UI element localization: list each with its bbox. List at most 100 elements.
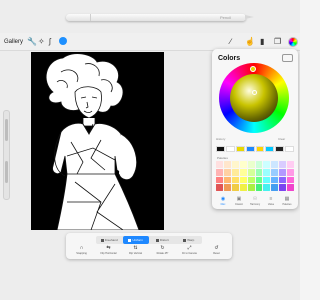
palette-swatch[interactable] (223, 168, 231, 176)
reset-button[interactable]: ↺ Reset (203, 245, 230, 258)
palette-swatch[interactable] (287, 184, 294, 191)
history-swatch[interactable] (245, 146, 255, 152)
palette-swatch[interactable] (263, 176, 271, 184)
palette-swatch[interactable] (216, 184, 223, 191)
gallery-button[interactable]: Gallery (4, 37, 23, 47)
opacity-slider[interactable] (5, 161, 8, 183)
palette-swatch[interactable] (255, 176, 263, 184)
rotate-icon: ↻ (160, 245, 165, 251)
palette-swatch[interactable] (216, 168, 223, 176)
palette-swatch[interactable] (263, 161, 271, 168)
smudge-icon[interactable]: ☝ (245, 36, 255, 47)
clear-label[interactable]: Clear (278, 137, 285, 141)
palette-swatch[interactable] (239, 184, 247, 191)
eraser-icon[interactable]: ▮ (260, 36, 264, 47)
palette-swatch[interactable] (279, 161, 287, 168)
saturation-picker[interactable] (252, 90, 257, 95)
palette-swatch[interactable] (287, 168, 294, 176)
tab-label: Harmony (249, 203, 261, 206)
brush-icon[interactable]: ∕ (230, 36, 231, 47)
palette-swatch[interactable] (271, 161, 279, 168)
wrench-icon[interactable]: 🔧 (27, 37, 37, 47)
segment-label: Uniform (132, 238, 143, 242)
flip-vertical-button[interactable]: ⇅ Flip Vertical (122, 245, 149, 258)
flip-v-icon: ⇅ (133, 245, 138, 251)
palette-swatch[interactable] (255, 184, 263, 191)
color-disc[interactable] (219, 63, 289, 133)
palette-swatch[interactable] (271, 168, 279, 176)
palette-swatch[interactable] (279, 176, 287, 184)
palette-swatch[interactable] (279, 168, 287, 176)
arrow-cursor-icon[interactable] (59, 37, 67, 48)
history-swatch[interactable] (225, 146, 235, 152)
palette-swatch[interactable] (231, 161, 239, 168)
palette-swatch[interactable] (239, 176, 247, 184)
palette-swatch[interactable] (239, 161, 247, 168)
s-ribbon-icon[interactable]: ʃ (49, 37, 51, 47)
reset-icon: ↺ (214, 245, 219, 251)
transform-toolbox: Freehand Uniform Distort Warp ∩ Snapping ⇆ Fli… (66, 233, 232, 259)
segment-uniform[interactable]: Uniform (122, 236, 149, 244)
history-swatch[interactable] (216, 146, 225, 152)
pencil-brand: Pencil (220, 15, 231, 20)
palette-swatch[interactable] (239, 168, 247, 176)
fit-to-canvas-button[interactable]: ⤢ Fit to Canvas (176, 245, 203, 258)
history-swatch[interactable] (275, 146, 285, 152)
rotate-45-button[interactable]: ↻ Rotate 45° (149, 245, 176, 258)
colors-panel: Colors History Clear Palettes ◉ Disc ▣ Clas… (212, 49, 298, 209)
pencil-band (90, 14, 91, 21)
grid-icon: ▦ (284, 196, 290, 202)
tab-harmony[interactable]: ☉ Harmony (247, 196, 263, 208)
snapping-button[interactable]: ∩ Snapping (68, 245, 95, 258)
palette-swatch[interactable] (216, 176, 223, 184)
palette-swatch[interactable] (231, 176, 239, 184)
palette-swatch[interactable] (216, 161, 223, 168)
palette-swatch[interactable] (247, 184, 255, 191)
hue-picker[interactable] (250, 66, 256, 72)
palette-swatch[interactable] (263, 168, 271, 176)
tab-palettes[interactable]: ▦ Palettes (279, 196, 295, 208)
palette-swatch[interactable] (223, 176, 231, 184)
layers-icon[interactable]: ❐ (274, 36, 281, 47)
panel-edit-icon[interactable] (282, 54, 293, 62)
palette-swatch[interactable] (271, 184, 279, 191)
segment-distort[interactable]: Distort (149, 236, 176, 244)
history-swatch[interactable] (265, 146, 275, 152)
segment-warp[interactable]: Warp (176, 236, 203, 244)
history-label: History (216, 137, 226, 141)
history-swatch[interactable] (255, 146, 265, 152)
palette-swatch[interactable] (279, 184, 287, 191)
color-history (216, 146, 294, 152)
action-label: Reset (213, 252, 220, 255)
tab-value[interactable]: ≡ Value (263, 196, 279, 208)
procreate-screen: Pencil Gallery 🔧 ✧ ʃ ∕ ☝ ▮ ❐ Colors Hist… (0, 0, 300, 300)
saturation-disc[interactable] (230, 74, 278, 122)
segment-label: Freehand (104, 238, 118, 242)
tab-disc[interactable]: ◉ Disc (215, 196, 231, 208)
palette-swatch[interactable] (231, 168, 239, 176)
palette-swatch[interactable] (287, 161, 294, 168)
brush-size-slider[interactable] (5, 119, 8, 141)
palette-swatch[interactable] (287, 176, 294, 184)
magic-wand-icon[interactable]: ✧ (38, 37, 45, 47)
tab-label: Value (267, 203, 275, 206)
palette-swatch[interactable] (247, 161, 255, 168)
square-icon: ▣ (236, 196, 242, 202)
history-swatch[interactable] (235, 146, 245, 152)
sidebar-sliders[interactable] (3, 110, 10, 200)
palette-swatch[interactable] (223, 184, 231, 191)
palette-swatch[interactable] (255, 161, 263, 168)
palette-swatch[interactable] (255, 168, 263, 176)
palette-swatch[interactable] (231, 184, 239, 191)
palette-swatch[interactable] (247, 168, 255, 176)
palette-swatch[interactable] (271, 176, 279, 184)
history-swatch[interactable] (285, 146, 294, 152)
flip-horizontal-button[interactable]: ⇆ Flip Horizontal (95, 245, 122, 258)
palette-swatch[interactable] (247, 176, 255, 184)
color-icon[interactable] (288, 37, 298, 47)
segment-freehand[interactable]: Freehand (96, 236, 123, 244)
palette-swatch[interactable] (223, 161, 231, 168)
drawing-canvas[interactable] (31, 52, 164, 230)
tab-classic[interactable]: ▣ Classic (231, 196, 247, 208)
palette-swatch[interactable] (263, 184, 271, 191)
